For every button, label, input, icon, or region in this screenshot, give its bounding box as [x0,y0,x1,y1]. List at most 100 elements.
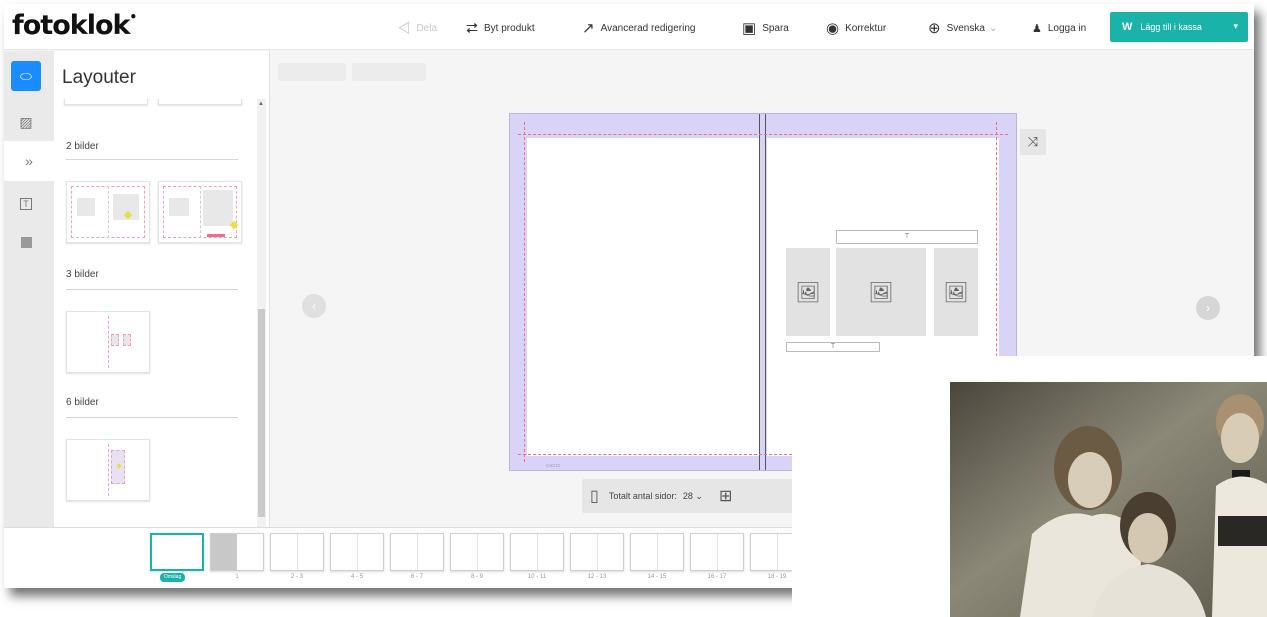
family-portrait-image [950,382,1267,617]
left-page[interactable] [527,138,759,456]
layout-thumbnail[interactable] [66,439,150,501]
spread-label: 2 - 3 [290,574,303,580]
arrow-left-icon: ‹ [312,299,316,313]
divider [66,159,238,160]
swap-product-icon: ⮂ [466,19,479,37]
top-bar: fotoklok• ⨞ Dela ⮂ Byt produkt ↗ Avancerad … [4,4,1254,50]
filmstrip-spread[interactable] [690,533,744,571]
add-page-icon[interactable]: ⊞ [719,486,732,506]
save-icon: ▣ [742,20,757,37]
text-placeholder-label: T [830,343,836,350]
filmstrip-spread[interactable] [510,533,564,571]
spread-label: 4 - 5 [350,574,363,580]
add-photo-icon: 🖼 [868,281,894,304]
next-spread-button[interactable]: › [1196,296,1220,320]
section-label: 2 bilder [66,141,99,152]
language-select[interactable]: ⊕ Svenska ⌄ [928,18,997,38]
panel-scrollbar[interactable]: ▲ [257,99,266,527]
scrollbar-thumb[interactable] [258,309,265,517]
filmstrip-spread[interactable] [330,533,384,571]
share-label: Dela [416,22,438,34]
text-icon: T [20,198,32,210]
change-product-button[interactable]: ⮂ Byt produkt [466,18,535,38]
spread-label: 12 - 13 [587,574,607,580]
add-to-cart-button[interactable]: W Lägg till i kassa ▾ [1110,12,1248,42]
expand-panel-button[interactable]: » [4,141,54,181]
photo-placeholder[interactable]: 🖼 [934,248,978,336]
proof-button[interactable]: ◉ Korrektur [826,18,886,38]
filmstrip-spread[interactable] [570,533,624,571]
spread-label: 14 - 15 [647,574,667,580]
layout-icon: ⬭ [20,67,32,84]
undo-button[interactable] [278,63,346,81]
background-tool-button[interactable] [11,227,41,257]
filmstrip-spread[interactable] [210,533,264,571]
spine-line [759,114,760,470]
save-label: Spara [762,22,789,34]
page-marker: ▭▭▭ [546,463,561,469]
section-label: 6 bilder [66,397,99,408]
spread-label: 1 [235,574,239,580]
filmstrip-spread[interactable] [450,533,504,571]
proof-label: Korrektur [845,22,887,34]
filmstrip-cover[interactable] [150,533,204,571]
redo-button[interactable] [352,63,426,81]
photo-placeholder[interactable]: 🖼 [786,248,830,336]
photo-placeholder[interactable]: 🖼 [836,248,926,336]
add-photo-icon: 🖼 [943,281,969,304]
chevron-down-icon: ⌄ [695,490,703,501]
filmstrip-spread[interactable] [390,533,444,571]
filmstrip-spread[interactable] [270,533,324,571]
spread-label: 10 - 11 [527,574,547,580]
share-button[interactable]: ⨞ Dela [398,18,437,38]
bleed-line [518,134,1008,135]
text-placeholder-label: T [904,233,910,240]
logo[interactable]: fotoklok• [12,10,137,41]
shuffle-icon: ⤨ [1027,134,1039,149]
text-placeholder[interactable]: T [836,230,978,244]
vintage-photo [792,356,1267,617]
cart-icon: W [1122,21,1133,33]
layout-panel: Layouter 2 bilder 3 bilder 6 bilder ▲ [54,51,270,527]
eye-icon: ◉ [826,20,840,37]
login-label: Logga in [1047,22,1087,34]
chevron-down-icon[interactable]: ▾ [1233,21,1238,32]
background-icon [20,236,32,248]
spread-label: 16 - 17 [707,574,727,580]
advanced-edit-label: Avancerad redigering [600,22,696,34]
previous-spread-button[interactable]: ‹ [302,294,326,318]
image-icon: ▨ [19,113,33,130]
user-icon: ♟ [1032,22,1042,35]
layout-thumbnail[interactable] [66,181,150,243]
page-icon: ▯ [590,488,599,505]
chevron-down-icon: ⌄ [988,22,998,34]
layout-tool-button[interactable]: ⬭ [11,61,41,91]
divider [66,417,238,418]
double-chevron-icon: » [25,153,33,169]
advanced-edit-button[interactable]: ↗ Avancerad redigering [582,18,695,38]
section-label: 3 bilder [66,269,99,280]
filmstrip-spread[interactable] [630,533,684,571]
tool-rail: ⬭ ▨ » T [4,51,54,527]
layout-list: 2 bilder 3 bilder 6 bilder [54,99,270,527]
scroll-up-icon[interactable]: ▲ [258,101,264,107]
cart-label: Lägg till i kassa [1140,22,1202,32]
text-placeholder[interactable]: T [786,342,880,352]
text-tool-button[interactable]: T [11,189,41,219]
save-button[interactable]: ▣ Spara [742,18,789,38]
add-photo-icon: 🖼 [795,281,821,304]
shuffle-layout-button[interactable]: ⤨ [1020,129,1046,155]
bleed-line [524,122,525,462]
page-count-select[interactable]: 28 ⌄ [683,491,703,502]
images-tool-button[interactable]: ▨ [11,107,41,137]
page-count-label: Totalt antal sidor: [608,491,677,501]
page-count-value: 28 [682,490,693,501]
layout-thumbnail[interactable] [64,99,148,105]
spine-line [765,114,766,470]
layout-thumbnail[interactable] [158,99,242,105]
share-icon: ⨞ [398,19,411,37]
globe-icon: ⊕ [928,20,941,37]
layout-thumbnail[interactable] [66,311,150,373]
login-button[interactable]: ♟ Logga in [1032,18,1086,38]
layout-thumbnail[interactable] [158,181,242,243]
